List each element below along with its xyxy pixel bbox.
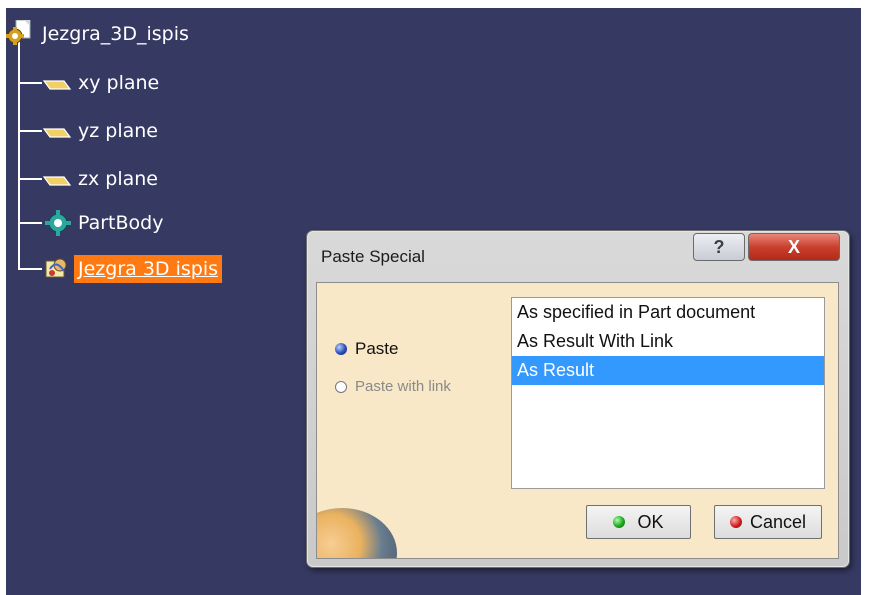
gear-body-icon: [42, 209, 74, 237]
tree-label: PartBody: [78, 212, 164, 234]
tree-connector: [18, 178, 42, 180]
tree-label: zx plane: [78, 168, 158, 190]
help-button[interactable]: ?: [693, 233, 745, 261]
tree-label: xy plane: [78, 72, 160, 94]
ok-icon: [613, 516, 626, 528]
list-item[interactable]: As specified in Part document: [512, 298, 824, 327]
tree-root-node[interactable]: Jezgra_3D_ispis: [6, 19, 193, 49]
paste-radio-label: Paste: [355, 339, 399, 358]
tree-connector: [18, 130, 42, 132]
tree-connector: [18, 82, 42, 84]
paste-special-dialog: Paste Special ? X Paste Paste with link …: [306, 230, 850, 568]
cancel-button[interactable]: Cancel: [714, 505, 822, 539]
list-item-selected[interactable]: As Result: [512, 356, 824, 385]
product-icon: [42, 255, 74, 283]
cancel-label: Cancel: [749, 511, 807, 532]
tree-label: yz plane: [78, 120, 158, 142]
paste-with-link-radio[interactable]: Paste with link: [335, 378, 451, 395]
cancel-icon: [729, 516, 742, 528]
ok-label: OK: [637, 511, 664, 532]
close-icon: X: [787, 236, 800, 257]
tree-node-xy-plane[interactable]: xy plane: [42, 68, 163, 98]
close-button[interactable]: X: [748, 233, 840, 261]
tree-connector-vertical: [18, 32, 20, 270]
ok-button[interactable]: OK: [586, 505, 691, 539]
paste-with-link-label: Paste with link: [355, 378, 451, 395]
tree-connector: [18, 268, 42, 270]
paste-radio[interactable]: Paste: [335, 339, 398, 359]
tree-node-zx-plane[interactable]: zx plane: [42, 164, 162, 194]
list-item[interactable]: As Result With Link: [512, 327, 824, 356]
plane-icon: [42, 117, 74, 145]
tree-node-product[interactable]: Jezgra 3D ispis: [42, 254, 222, 284]
radio-unchecked-icon: [335, 380, 347, 393]
tree-connector: [18, 222, 42, 224]
paste-type-list[interactable]: As specified in Part document As Result …: [511, 297, 825, 489]
globe-decoration: [317, 508, 397, 558]
tree-label-selected: Jezgra 3D ispis: [74, 255, 222, 283]
tree-label: Jezgra_3D_ispis: [42, 23, 189, 45]
tree-node-yz-plane[interactable]: yz plane: [42, 116, 162, 146]
dialog-title: Paste Special: [321, 247, 425, 266]
radio-checked-icon: [335, 343, 347, 355]
help-icon: ?: [713, 236, 725, 257]
dialog-body: Paste Paste with link As specified in Pa…: [316, 282, 839, 559]
part-document-icon: [6, 19, 38, 48]
plane-icon: [42, 69, 74, 97]
plane-icon: [42, 165, 74, 193]
tree-node-partbody[interactable]: PartBody: [42, 208, 167, 238]
